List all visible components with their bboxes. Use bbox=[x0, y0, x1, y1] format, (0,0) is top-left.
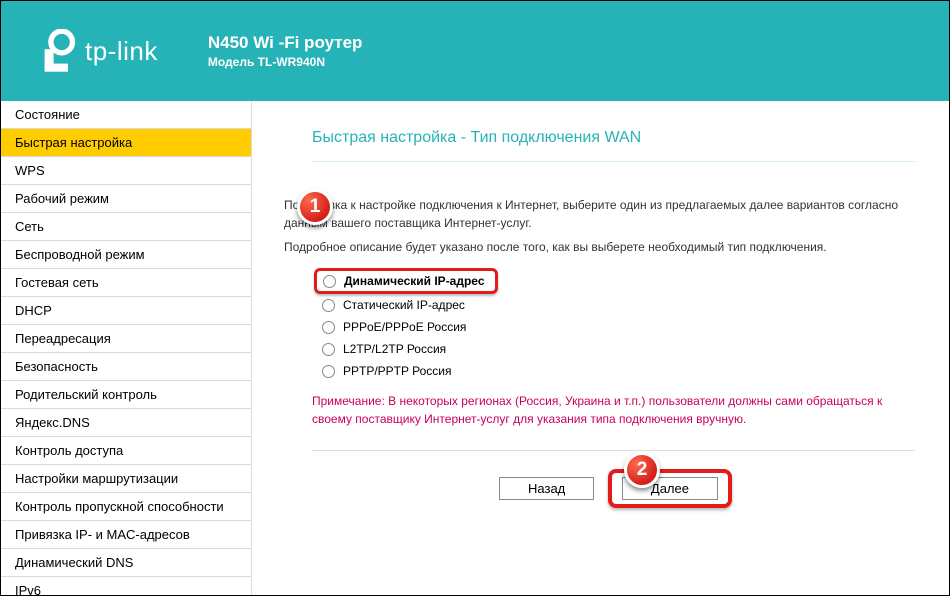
sidebar-item-1[interactable]: Быстрая настройка bbox=[1, 129, 251, 157]
radio-icon bbox=[322, 365, 335, 378]
header: tp-link N450 Wi -Fi роутер Модель TL-WR9… bbox=[1, 1, 949, 101]
sidebar-item-7[interactable]: DHCP bbox=[1, 297, 251, 325]
logo: tp-link bbox=[41, 29, 158, 73]
page-title: Быстрая настройка - Тип подключения WAN bbox=[312, 129, 915, 162]
tplink-logo-icon bbox=[41, 29, 77, 73]
product-model: Модель TL-WR940N bbox=[208, 55, 363, 69]
sidebar-item-16[interactable]: Динамический DNS bbox=[1, 549, 251, 577]
sidebar-item-11[interactable]: Яндекс.DNS bbox=[1, 409, 251, 437]
sidebar-item-14[interactable]: Контроль пропускной способности bbox=[1, 493, 251, 521]
sidebar-item-12[interactable]: Контроль доступа bbox=[1, 437, 251, 465]
divider bbox=[312, 450, 915, 451]
wan-option-2[interactable]: PPPoE/PPPoE Россия bbox=[322, 316, 915, 338]
sidebar-item-10[interactable]: Родительский контроль bbox=[1, 381, 251, 409]
sidebar-item-6[interactable]: Гостевая сеть bbox=[1, 269, 251, 297]
wan-option-label: L2TP/L2TP Россия bbox=[343, 342, 446, 356]
wan-option-0[interactable]: Динамический IP-адрес bbox=[314, 268, 498, 294]
sidebar-item-17[interactable]: IPv6 bbox=[1, 577, 251, 595]
sidebar-item-0[interactable]: Состояние bbox=[1, 101, 251, 129]
note-text: В некоторых регионах (Россия, Украина и … bbox=[312, 394, 882, 426]
sidebar-item-2[interactable]: WPS bbox=[1, 157, 251, 185]
product-info: N450 Wi -Fi роутер Модель TL-WR940N bbox=[208, 33, 363, 69]
note-label: Примечание: bbox=[312, 394, 385, 408]
sidebar[interactable]: СостояниеБыстрая настройкаWPSРабочий реж… bbox=[1, 101, 252, 595]
sidebar-item-13[interactable]: Настройки маршрутизации bbox=[1, 465, 251, 493]
button-row: Назад Далее bbox=[312, 469, 915, 508]
wan-type-options: Динамический IP-адрес Статический IP-адре… bbox=[322, 268, 915, 382]
description-2: Подробное описание будет указано после т… bbox=[284, 238, 915, 256]
sidebar-item-8[interactable]: Переадресация bbox=[1, 325, 251, 353]
annotation-badge-2: 2 bbox=[624, 452, 660, 488]
sidebar-item-4[interactable]: Сеть bbox=[1, 213, 251, 241]
description-1: Подготовка к настройке подключения к Инт… bbox=[284, 196, 915, 232]
radio-icon bbox=[322, 321, 335, 334]
wan-option-4[interactable]: PPTP/PPTP Россия bbox=[322, 360, 915, 382]
wan-option-3[interactable]: L2TP/L2TP Россия bbox=[322, 338, 915, 360]
note: Примечание: В некоторых регионах (Россия… bbox=[312, 392, 915, 428]
wan-option-1[interactable]: Статический IP-адрес bbox=[322, 294, 915, 316]
wan-option-label: PPTP/PPTP Россия bbox=[343, 364, 452, 378]
sidebar-item-9[interactable]: Безопасность bbox=[1, 353, 251, 381]
sidebar-item-5[interactable]: Беспроводной режим bbox=[1, 241, 251, 269]
back-button[interactable]: Назад bbox=[499, 477, 594, 500]
radio-icon bbox=[322, 343, 335, 356]
sidebar-item-15[interactable]: Привязка IP- и MAC-адресов bbox=[1, 521, 251, 549]
wan-option-label: PPPoE/PPPoE Россия bbox=[343, 320, 466, 334]
product-title: N450 Wi -Fi роутер bbox=[208, 33, 363, 53]
wan-option-label: Статический IP-адрес bbox=[343, 298, 465, 312]
sidebar-item-3[interactable]: Рабочий режим bbox=[1, 185, 251, 213]
main-content: Быстрая настройка - Тип подключения WAN … bbox=[252, 101, 949, 595]
annotation-badge-1: 1 bbox=[297, 189, 333, 225]
brand-text: tp-link bbox=[85, 36, 158, 67]
wan-option-label: Динамический IP-адрес bbox=[344, 274, 485, 288]
radio-icon bbox=[323, 275, 336, 288]
radio-icon bbox=[322, 299, 335, 312]
